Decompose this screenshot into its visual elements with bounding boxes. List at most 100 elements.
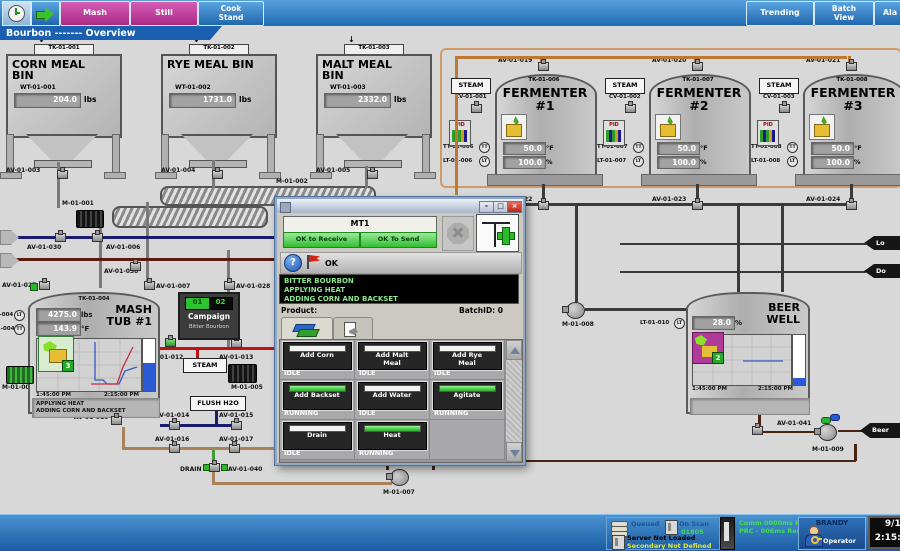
tt-circle-icon: TT: [633, 142, 644, 153]
maximize-button[interactable]: □: [493, 201, 508, 213]
pump-icon[interactable]: [818, 424, 837, 441]
pipe: [122, 427, 125, 447]
phase-button[interactable]: Add Water: [358, 382, 427, 410]
ok-to-send-button[interactable]: OK To Send: [360, 232, 437, 248]
minimize-button[interactable]: -: [479, 201, 494, 213]
bin-outlet-valve-icon[interactable]: [57, 170, 68, 179]
valve-icon[interactable]: [229, 444, 240, 453]
user-panel[interactable]: BRANDY Operator: [798, 517, 866, 550]
phase-cell-empty: [430, 420, 505, 460]
abort-button[interactable]: [442, 216, 474, 251]
nav-button-still[interactable]: Still: [130, 1, 198, 26]
pump-icon[interactable]: [566, 302, 585, 319]
valve-icon[interactable]: [55, 233, 66, 242]
control-valve-icon[interactable]: [779, 104, 790, 113]
nav-button-mash[interactable]: Mash: [60, 1, 130, 26]
bin-hopper: [26, 134, 98, 162]
inlet-valve-icon[interactable]: [692, 62, 703, 71]
agitator-motor[interactable]: [228, 364, 257, 383]
pid-faceplate[interactable]: PID: [757, 120, 779, 146]
level-tag: LT-01-004: [0, 312, 13, 318]
inlet-valve-icon[interactable]: [846, 62, 857, 71]
phase-button[interactable]: Agitate: [433, 382, 502, 410]
help-icon[interactable]: ?: [284, 254, 302, 272]
valve-icon[interactable]: [224, 281, 235, 290]
pipe: [854, 444, 857, 461]
auger-motor[interactable]: [76, 210, 104, 228]
phase-scrollbar[interactable]: [506, 340, 522, 462]
step-badge: 2: [712, 352, 724, 364]
tab-phases[interactable]: [281, 317, 333, 340]
ok-to-receive-button[interactable]: OK to Receive: [283, 232, 360, 248]
valve-icon[interactable]: [144, 281, 155, 290]
phase-button[interactable]: Add Malt Meal: [358, 342, 427, 370]
valve-icon[interactable]: [169, 421, 180, 430]
lt-circle-icon: LT: [787, 156, 798, 167]
nav-button-alarms[interactable]: Ala: [874, 1, 900, 26]
phase-button[interactable]: Drain: [283, 422, 352, 450]
drain-valve-icon[interactable]: [209, 463, 220, 472]
bin-outlet-valve-icon[interactable]: [367, 170, 378, 179]
batch-icon[interactable]: [501, 114, 527, 140]
pid-faceplate[interactable]: PID: [449, 120, 471, 146]
unit-name: MT1: [283, 216, 437, 233]
scroll-down-button[interactable]: [506, 442, 522, 462]
campaign-panel[interactable]: 01 02 Campaign Bitter Bourbon: [178, 292, 240, 340]
bin-name: MALT MEAL BIN: [322, 59, 412, 81]
lt-circle-icon: LT: [633, 156, 644, 167]
tab-report[interactable]: [333, 317, 373, 340]
nav-button-trending[interactable]: Trending: [746, 1, 814, 26]
close-button[interactable]: ×: [507, 201, 522, 213]
phase-button[interactable]: Add Corn: [283, 342, 352, 370]
nav-button-cook-stand[interactable]: Cook Stand: [198, 1, 264, 26]
clock-button[interactable]: [2, 1, 31, 26]
level-value: 100.0: [657, 156, 700, 169]
bin-outlet-valve-icon[interactable]: [212, 170, 223, 179]
batch-icon[interactable]: 3: [38, 336, 74, 372]
valve-icon[interactable]: [752, 426, 763, 435]
phase-status-strip: [690, 398, 810, 415]
pump-icon[interactable]: [390, 469, 409, 486]
scroll-up-button[interactable]: [506, 340, 522, 360]
mash-tub: TK-01-004 MASHTUB #1 4275.0 lbs 143.9 °F…: [28, 288, 160, 415]
drain-label: DRAIN: [180, 466, 202, 473]
drain-valve-icon[interactable]: [692, 201, 703, 210]
pipe: [575, 206, 578, 304]
batch-icon[interactable]: 2: [692, 332, 724, 364]
valve-icon[interactable]: [231, 339, 242, 348]
name-line: MASH: [115, 303, 152, 316]
forward-arrow-button[interactable]: [31, 1, 60, 26]
drain-valve-icon[interactable]: [846, 201, 857, 210]
phase-status: IDLE: [434, 369, 450, 377]
weight-unit: lbs: [239, 95, 251, 104]
phase-button[interactable]: Add Rye Meal: [433, 342, 502, 370]
control-valve-icon[interactable]: [471, 104, 482, 113]
batch-icon[interactable]: [655, 114, 681, 140]
bin-leg: [267, 134, 275, 174]
level-unit: %: [854, 158, 861, 166]
valve-icon[interactable]: [92, 233, 103, 242]
valve-icon[interactable]: [130, 262, 141, 271]
dialog-titlebar[interactable]: - □ ×: [277, 199, 523, 213]
trend-end-time: 2:15:00 PM: [758, 386, 793, 392]
fermenter-unit: AV-01-020 TK-01-007 FERMENTER#2 50.0 °F …: [597, 50, 757, 186]
valve-icon[interactable]: [39, 281, 50, 290]
mash-tub-motor[interactable]: [6, 366, 34, 384]
control-valve-icon[interactable]: [625, 104, 636, 113]
add-step-button[interactable]: [476, 214, 519, 252]
valve-icon[interactable]: [111, 416, 122, 425]
batch-icon[interactable]: [809, 114, 835, 140]
phase-button[interactable]: Add Backset: [283, 382, 352, 410]
supply-banner: [0, 230, 19, 245]
nav-button-label: Cook Stand: [211, 5, 251, 22]
pid-faceplate[interactable]: PID: [603, 120, 625, 146]
valve-icon[interactable]: [165, 338, 176, 347]
nav-button-label: Ala: [883, 9, 897, 18]
valve-icon[interactable]: [231, 421, 242, 430]
drain-valve-icon[interactable]: [538, 201, 549, 210]
nav-button-batch-view[interactable]: Batch View: [814, 1, 874, 26]
message-box: BITTER BOURBON APPLYING HEAT ADDING CORN…: [279, 274, 519, 304]
phase-button[interactable]: Heat: [358, 422, 427, 450]
valve-icon[interactable]: [169, 444, 180, 453]
inlet-valve-icon[interactable]: [538, 62, 549, 71]
